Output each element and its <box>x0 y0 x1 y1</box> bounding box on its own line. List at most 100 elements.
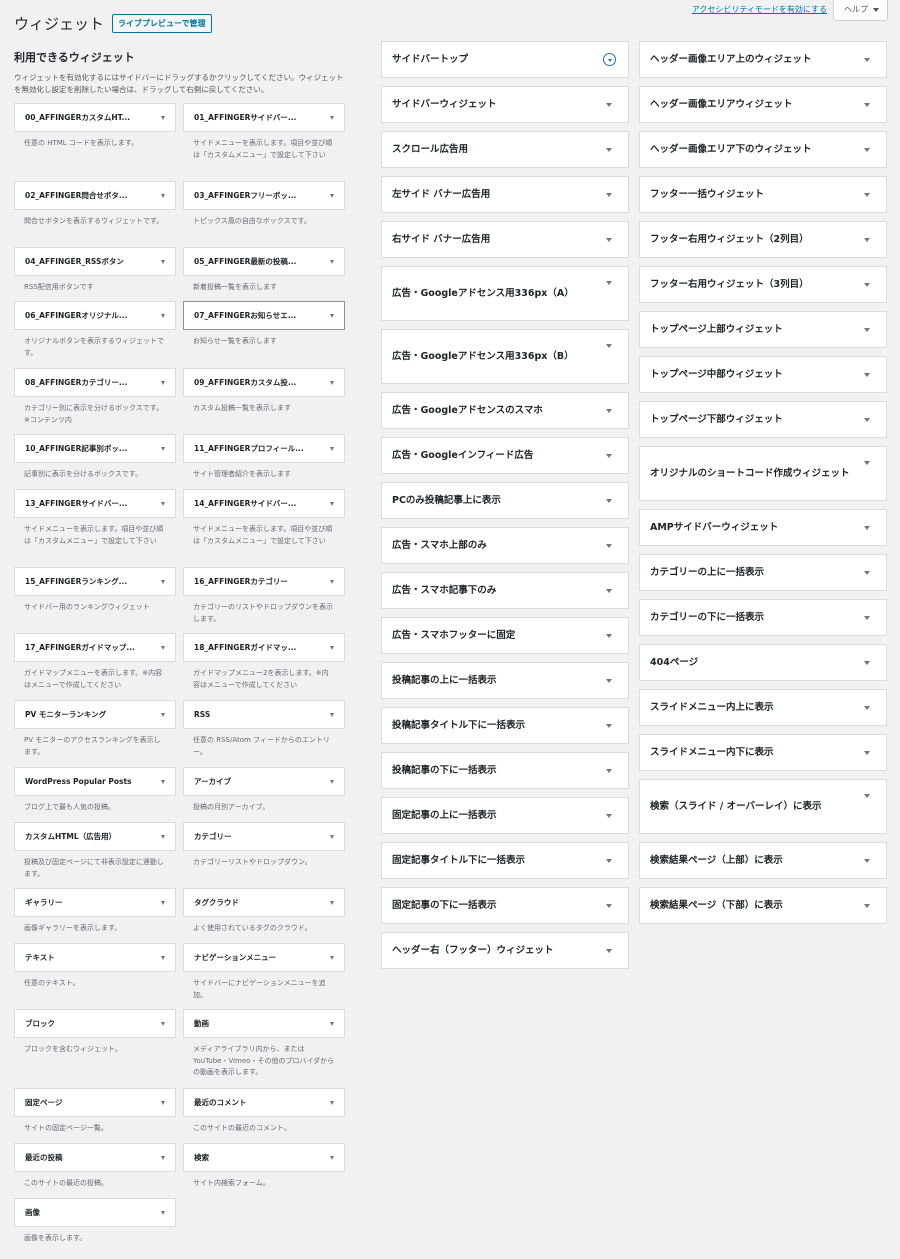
sidebar-area[interactable]: 広告・Googleインフィード広告 <box>381 437 629 474</box>
chevron-down-icon[interactable] <box>864 282 870 287</box>
chevron-down-icon[interactable] <box>864 417 870 422</box>
sidebar-area[interactable]: フッター一括ウィジェット <box>639 176 887 213</box>
help-button[interactable]: ヘルプ <box>833 0 888 21</box>
chevron-down-icon[interactable] <box>864 903 870 908</box>
widget-title-bar[interactable]: 13_AFFINGERサイドバー... <box>14 489 176 518</box>
widget-title-bar[interactable]: 検索 <box>183 1143 345 1172</box>
sidebar-area[interactable]: 投稿記事の上に一括表示 <box>381 662 629 699</box>
sidebar-area[interactable]: 検索結果ページ（下部）に表示 <box>639 887 887 924</box>
widget-title-bar[interactable]: 06_AFFINGERオリジナル... <box>14 301 176 330</box>
widget-title-bar[interactable]: ブロック <box>14 1009 176 1038</box>
sidebar-area[interactable]: ヘッダー画像エリア下のウィジェット <box>639 131 887 168</box>
widget-title-bar[interactable]: 07_AFFINGERお知らせエ... <box>183 301 345 330</box>
chevron-down-icon[interactable] <box>330 259 334 264</box>
chevron-down-icon[interactable] <box>606 453 612 458</box>
widget-title-bar[interactable]: テキスト <box>14 943 176 972</box>
chevron-down-icon[interactable] <box>864 237 870 242</box>
chevron-down-circle-icon[interactable] <box>603 53 616 66</box>
chevron-down-icon[interactable] <box>606 237 612 242</box>
widget-title-bar[interactable]: 01_AFFINGERサイドバー... <box>183 103 345 132</box>
chevron-down-icon[interactable] <box>606 948 612 953</box>
widget-title-bar[interactable]: 14_AFFINGERサイドバー... <box>183 489 345 518</box>
sidebar-area[interactable]: 404ページ <box>639 644 887 681</box>
chevron-down-icon[interactable] <box>864 102 870 107</box>
chevron-down-icon[interactable] <box>864 660 870 665</box>
chevron-down-icon[interactable] <box>330 579 334 584</box>
sidebar-area[interactable]: PCのみ投稿記事上に表示 <box>381 482 629 519</box>
chevron-down-icon[interactable] <box>161 1021 165 1026</box>
sidebar-area[interactable]: 投稿記事の下に一括表示 <box>381 752 629 789</box>
chevron-down-icon[interactable] <box>864 858 870 863</box>
chevron-down-icon[interactable] <box>864 615 870 620</box>
sidebar-area[interactable]: 検索（スライド / オーバーレイ）に表示 <box>639 779 887 834</box>
chevron-down-icon[interactable] <box>330 712 334 717</box>
chevron-down-icon[interactable] <box>606 858 612 863</box>
sidebar-area[interactable]: オリジナルのショートコード作成ウィジェット <box>639 446 887 501</box>
chevron-down-icon[interactable] <box>864 192 870 197</box>
widget-title-bar[interactable]: 15_AFFINGERランキング... <box>14 567 176 596</box>
chevron-down-icon[interactable] <box>161 193 165 198</box>
chevron-down-icon[interactable] <box>606 543 612 548</box>
widget-title-bar[interactable]: ギャラリー <box>14 888 176 917</box>
chevron-down-icon[interactable] <box>161 779 165 784</box>
chevron-down-icon[interactable] <box>330 779 334 784</box>
chevron-down-icon[interactable] <box>330 193 334 198</box>
chevron-down-icon[interactable] <box>330 955 334 960</box>
sidebar-area[interactable]: 右サイド バナー広告用 <box>381 221 629 258</box>
chevron-down-icon[interactable] <box>606 633 612 638</box>
manage-live-preview-button[interactable]: ライブプレビューで管理 <box>112 14 212 33</box>
widget-title-bar[interactable]: 17_AFFINGERガイドマップ... <box>14 633 176 662</box>
chevron-down-icon[interactable] <box>161 579 165 584</box>
chevron-down-icon[interactable] <box>330 313 334 318</box>
chevron-down-icon[interactable] <box>161 1100 165 1105</box>
chevron-down-icon[interactable] <box>864 750 870 755</box>
widget-title-bar[interactable]: 10_AFFINGER記事別ボッ... <box>14 434 176 463</box>
chevron-down-icon[interactable] <box>330 115 334 120</box>
chevron-down-icon[interactable] <box>606 678 612 683</box>
sidebar-area[interactable]: 固定記事タイトル下に一括表示 <box>381 842 629 879</box>
widget-title-bar[interactable]: 00_AFFINGERカスタムHT... <box>14 103 176 132</box>
sidebar-area[interactable]: AMPサイドバーウィジェット <box>639 509 887 546</box>
widget-title-bar[interactable]: 08_AFFINGERカテゴリー... <box>14 368 176 397</box>
widget-title-bar[interactable]: 04_AFFINGER_RSSボタン <box>14 247 176 276</box>
chevron-down-icon[interactable] <box>161 259 165 264</box>
chevron-down-icon[interactable] <box>606 344 612 348</box>
sidebar-area[interactable]: カテゴリーの下に一括表示 <box>639 599 887 636</box>
sidebar-area[interactable]: 広告・スマホ記事下のみ <box>381 572 629 609</box>
sidebar-area[interactable]: カテゴリーの上に一括表示 <box>639 554 887 591</box>
widget-title-bar[interactable]: 09_AFFINGERカスタム投... <box>183 368 345 397</box>
chevron-down-icon[interactable] <box>606 903 612 908</box>
widget-title-bar[interactable]: PV モニターランキング <box>14 700 176 729</box>
chevron-down-icon[interactable] <box>864 461 870 465</box>
chevron-down-icon[interactable] <box>864 327 870 332</box>
sidebar-area[interactable]: トップページ下部ウィジェット <box>639 401 887 438</box>
sidebar-area[interactable]: 広告・Googleアドセンス用336px（A） <box>381 266 629 321</box>
sidebar-area[interactable]: ヘッダー画像エリアウィジェット <box>639 86 887 123</box>
chevron-down-icon[interactable] <box>864 372 870 377</box>
sidebar-area[interactable]: 左サイド バナー広告用 <box>381 176 629 213</box>
sidebar-area[interactable]: スクロール広告用 <box>381 131 629 168</box>
widget-title-bar[interactable]: 画像 <box>14 1198 176 1227</box>
widget-title-bar[interactable]: カスタムHTML（広告用） <box>14 822 176 851</box>
chevron-down-icon[interactable] <box>606 588 612 593</box>
chevron-down-icon[interactable] <box>161 834 165 839</box>
sidebar-area[interactable]: 広告・スマホフッターに固定 <box>381 617 629 654</box>
chevron-down-icon[interactable] <box>161 115 165 120</box>
widget-title-bar[interactable]: タグクラウド <box>183 888 345 917</box>
chevron-down-icon[interactable] <box>606 723 612 728</box>
chevron-down-icon[interactable] <box>606 102 612 107</box>
chevron-down-icon[interactable] <box>864 705 870 710</box>
sidebar-area[interactable]: 固定記事の下に一括表示 <box>381 887 629 924</box>
sidebar-area[interactable]: 広告・Googleアドセンスのスマホ <box>381 392 629 429</box>
widget-title-bar[interactable]: 固定ページ <box>14 1088 176 1117</box>
chevron-down-icon[interactable] <box>330 900 334 905</box>
sidebar-area[interactable]: 広告・スマホ上部のみ <box>381 527 629 564</box>
sidebar-area[interactable]: トップページ上部ウィジェット <box>639 311 887 348</box>
sidebar-area[interactable]: フッター右用ウィジェット（2列目） <box>639 221 887 258</box>
chevron-down-icon[interactable] <box>606 498 612 503</box>
chevron-down-icon[interactable] <box>864 57 870 62</box>
sidebar-area[interactable]: フッター右用ウィジェット（3列目） <box>639 266 887 303</box>
chevron-down-icon[interactable] <box>864 794 870 798</box>
widget-title-bar[interactable]: 最近のコメント <box>183 1088 345 1117</box>
chevron-down-icon[interactable] <box>330 834 334 839</box>
